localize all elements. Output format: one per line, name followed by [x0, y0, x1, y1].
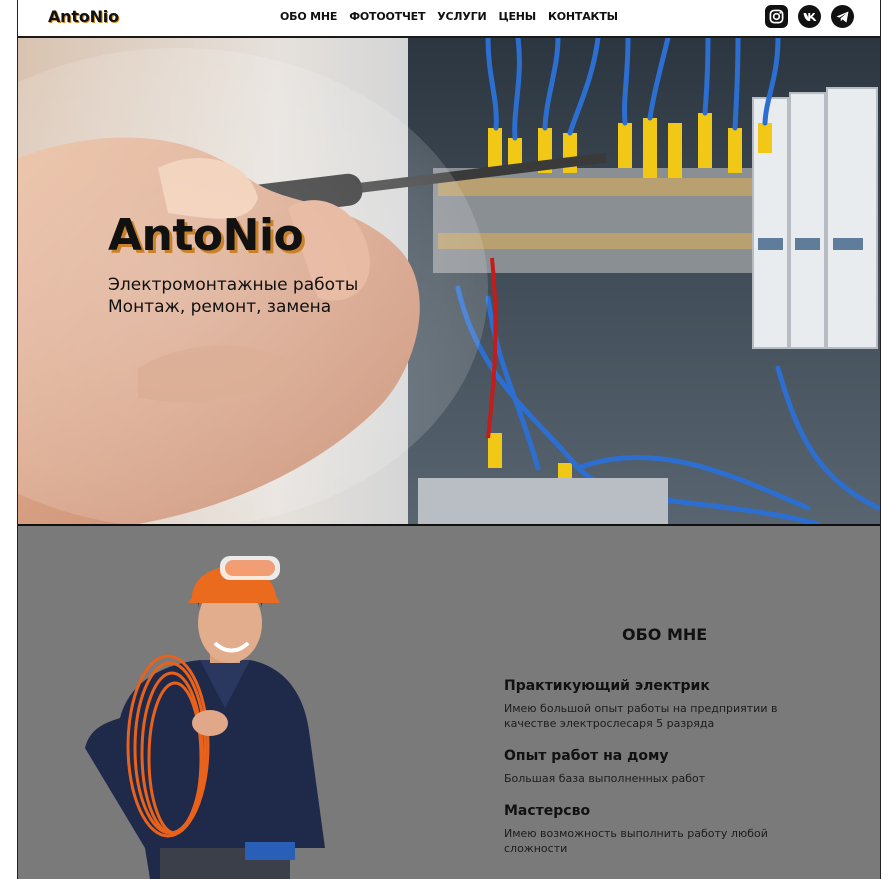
page-frame: AntoNio ОБО МНЕ ФОТООТЧЕТ УСЛУГИ ЦЕНЫ КО…: [17, 0, 881, 879]
feature-title: Практикующий электрик: [504, 678, 710, 694]
feature-title: Опыт работ на дому: [504, 748, 669, 764]
about-section: ОБО МНЕ Практикующий электрик Имею больш…: [18, 526, 880, 879]
hero-subtitle-line-1: Электромонтажные работы: [108, 275, 359, 295]
nav-link-prices[interactable]: ЦЕНЫ: [498, 10, 536, 23]
top-navbar: AntoNio ОБО МНЕ ФОТООТЧЕТ УСЛУГИ ЦЕНЫ КО…: [18, 0, 880, 38]
site-logo[interactable]: AntoNio: [48, 7, 119, 26]
feature-item: Мастерсво Имею возможность выполнить раб…: [504, 803, 824, 856]
nav-link-photo-report[interactable]: ФОТООТЧЕТ: [349, 10, 425, 23]
hero-title: AntoNio: [108, 210, 304, 261]
feature-item: Практикующий электрик Имею большой опыт …: [504, 678, 824, 731]
hero-subtitle-line-2: Монтаж, ремонт, замена: [108, 297, 332, 317]
social-links: [765, 5, 854, 28]
about-title: ОБО МНЕ: [622, 625, 708, 644]
hero-section: AntoNio Электромонтажные работы Монтаж, …: [18, 38, 880, 524]
feature-title: Мастерсво: [504, 803, 591, 819]
electrician-photo: [85, 556, 325, 879]
instagram-icon[interactable]: [765, 5, 788, 28]
nav-link-services[interactable]: УСЛУГИ: [437, 10, 486, 23]
nav-link-contacts[interactable]: КОНТАКТЫ: [548, 10, 618, 23]
telegram-icon[interactable]: [831, 5, 854, 28]
nav-link-about[interactable]: ОБО МНЕ: [280, 10, 337, 23]
vk-icon[interactable]: [798, 5, 821, 28]
hero-subtitle: Электромонтажные работы Монтаж, ремонт, …: [108, 274, 358, 318]
main-menu: ОБО МНЕ ФОТООТЧЕТ УСЛУГИ ЦЕНЫ КОНТАКТЫ: [280, 10, 618, 23]
feature-item: Опыт работ на дому Большая база выполнен…: [504, 748, 824, 786]
feature-text: Имею возможность выполнить работу любой …: [504, 827, 768, 855]
feature-text: Имею большой опыт работы на предприятии …: [504, 702, 778, 730]
feature-text: Большая база выполненных работ: [504, 772, 706, 785]
